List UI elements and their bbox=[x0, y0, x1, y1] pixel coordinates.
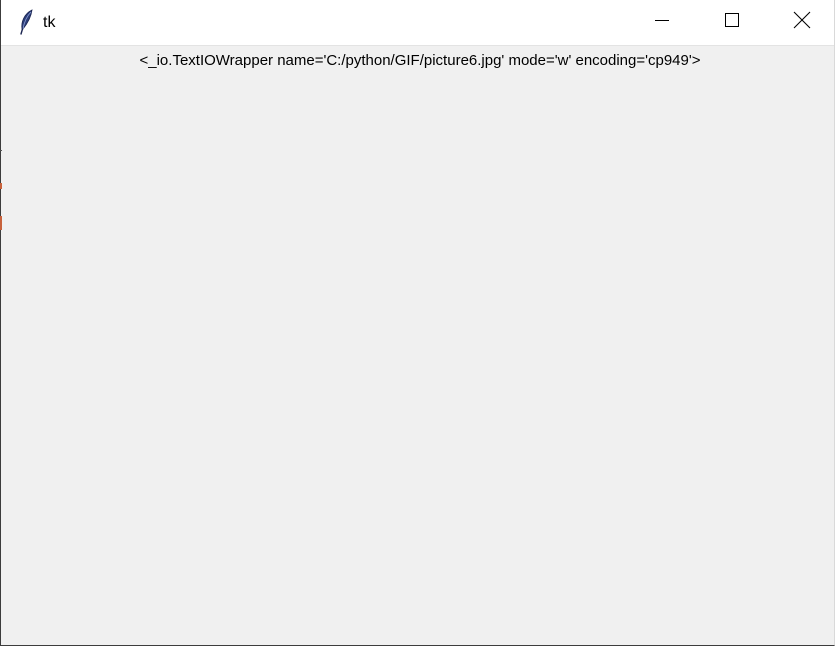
minimize-icon bbox=[654, 12, 670, 33]
window-content: <_io.TextIOWrapper name='C:/python/GIF/p… bbox=[1, 46, 834, 644]
minimize-button[interactable] bbox=[627, 0, 697, 45]
title-bar[interactable]: tk bbox=[1, 0, 834, 46]
edge-mark bbox=[0, 150, 2, 151]
maximize-icon bbox=[724, 12, 740, 33]
close-button[interactable] bbox=[767, 0, 835, 45]
close-icon bbox=[793, 11, 811, 34]
maximize-button[interactable] bbox=[697, 0, 767, 45]
feather-icon[interactable] bbox=[18, 9, 36, 35]
tk-window: tk <_io.TextIOWrapper name='C:/python/GI… bbox=[0, 0, 835, 646]
edge-mark bbox=[0, 183, 2, 189]
file-object-label: <_io.TextIOWrapper name='C:/python/GIF/p… bbox=[139, 52, 701, 69]
edge-mark bbox=[0, 216, 2, 230]
window-title: tk bbox=[43, 14, 56, 31]
